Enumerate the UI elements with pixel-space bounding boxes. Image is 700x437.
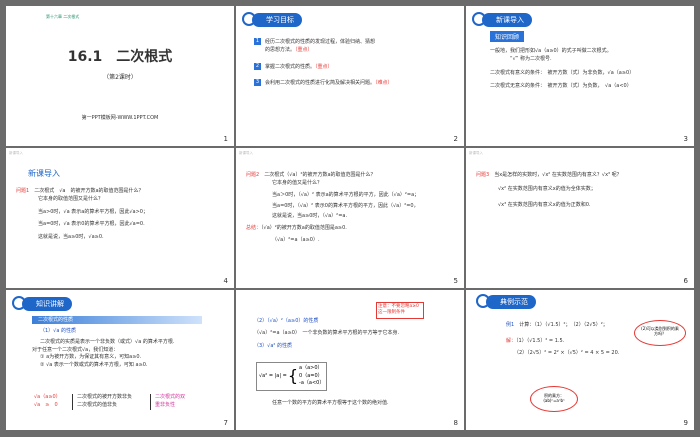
- heading-pill: 典例示范: [486, 295, 536, 309]
- property-line-2: （√a）²=a（a≥0） 一个非负数的算术平方根的平方等于它本身.: [254, 329, 400, 336]
- page-number: 8: [453, 419, 458, 427]
- hint-bubble-1: (2)可以类别到积的乘方吗？: [634, 320, 686, 346]
- goal-number: 1: [254, 38, 261, 45]
- hint-bubble-2: 积的乘方：(ab)ⁿ=aⁿbⁿ: [530, 386, 578, 412]
- review-line-2: “√” 称为二次根号.: [510, 55, 552, 62]
- page-number: 3: [683, 135, 688, 143]
- solution-label: 解：: [506, 337, 517, 344]
- review-line-1: 一般地，我们把形如√a（a≥0）的式子叫做二次根式。: [490, 48, 612, 54]
- piecewise-lhs: √a² = |a| =: [259, 373, 287, 380]
- review-line-4: 二次根式无意义的条件： 被开方数（式）为负数， √a（a<0）: [490, 83, 632, 90]
- example-text: 计算：（1）（√1.5）²； （2）（2√5）²；: [519, 322, 608, 328]
- slide-title: 16.1 二次根式: [67, 49, 173, 65]
- answer-line-3: 这就是说，当a≥0时，（√a）²=a.: [272, 213, 348, 219]
- property-title-3: （3）√a² 的性质: [254, 342, 293, 349]
- slide-heading: 新课导入: [28, 169, 60, 178]
- example-label: 例1: [506, 322, 515, 328]
- slide-thumbnail-5[interactable]: 新课导入 问题2 二次根式（√a）²的被开方数a的取值范围是什么？ 它本身的值又…: [236, 148, 464, 288]
- goal-text: 经历二次根式的性质的发现过程，体验归纳、猜想: [265, 39, 376, 45]
- explain-line-3: ① a为被开方数，为保证其有意义，可知a≥0.: [40, 354, 142, 361]
- goal-number: 2: [254, 62, 261, 70]
- piecewise-formula: √a² = |a| = { a（a>0） 0（a=0） -a（a<0）: [256, 362, 328, 391]
- goal-tag: （重点）: [315, 63, 333, 70]
- table-desc-2: 二次根式的值非负: [77, 401, 118, 408]
- question-text: 当x是怎样的实数时，√x² 在实数范围内有意义？√x³ 呢？: [494, 172, 622, 178]
- slide-thumbnail-3[interactable]: 新课导入 知识回顾 一般地，我们把形如√a（a≥0）的式子叫做二次根式。 “√”…: [466, 6, 694, 146]
- question-text-cont: 它本身的值又是什么？: [272, 179, 323, 186]
- table-formula-1: √a（a≥0）: [34, 394, 61, 400]
- page-number: 2: [453, 135, 458, 143]
- goal-text: 会利用二次根式的性质进行化简及解决相关问题。: [265, 80, 376, 87]
- goal-tag: （难点）: [375, 80, 393, 87]
- page-number: 9: [683, 419, 688, 427]
- slide-thumbnail-8[interactable]: 注意：不要忽略a≥0这一限制条件 （2）（√a）²（a≥0）的性质 （√a）²=…: [236, 290, 464, 430]
- solution-line-1: （1）（√1.5）² = 1.5.: [516, 337, 565, 344]
- slide-thumbnail-4[interactable]: 新课导入 新课导入 问题1 二次根式 √a 的被开方数a的取值范围是什么？ 它本…: [6, 148, 234, 288]
- question-label: 问题3: [476, 172, 490, 178]
- page-number: 6: [683, 277, 688, 285]
- footer-text: 第一PPT模板网-WWW.1PPT.COM: [81, 115, 159, 121]
- answer-line-1: 当a>0时，√a 表示a的算术平方根，因此√a>0；: [38, 208, 148, 215]
- summary-formula: （√a）²=a（a≥0）.: [272, 236, 320, 243]
- question-text: 二次根式 √a 的被开方数a的取值范围是什么？: [34, 188, 144, 194]
- piecewise-case-3: -a（a<0）: [299, 380, 325, 386]
- slide-thumbnail-1[interactable]: 第十六章 二次根式 16.1 二次根式 （第2课时） 第一PPT模板网-WWW.…: [6, 6, 234, 146]
- question-text: 二次根式（√a）²的被开方数a的取值范围是什么？: [264, 172, 376, 178]
- summary-label: 总结：: [246, 224, 262, 231]
- question-label: 问题2: [246, 172, 260, 178]
- page-number: 4: [223, 277, 228, 285]
- answer-line-2: 当a=0时，（√a）² 表示0的算术平方根的平方，因此（√a）²=0，: [272, 203, 419, 210]
- table-desc-1: 二次根式的被开方数非负: [77, 394, 133, 400]
- note-box: 注意：不要忽略a≥0这一限制条件: [376, 302, 424, 319]
- top-banner: 第十六章 二次根式: [46, 14, 80, 19]
- explain-line-1: 二次根式的实质是表示一个非负数（或式）√a 的算术平方根.: [40, 338, 175, 345]
- answer-line-2: 当a=0时，√a 表示0的算术平方根，因此√a=0.: [38, 221, 145, 228]
- question-text-cont: 它本身的取值范围又是什么？: [38, 195, 104, 202]
- piecewise-case-2: 0（a=0）: [299, 372, 323, 379]
- slide-thumbnail-2[interactable]: 学习目标 1 经历二次根式的性质的发现过程，体验归纳、猜想 的思想方法。（重点） …: [236, 6, 464, 146]
- slide-thumbnail-9[interactable]: 典例示范 例1 计算：（1）（√1.5）²； （2）（2√5）²； 解：（1）（…: [466, 290, 694, 430]
- table-formula-2: √a ≥ 0: [34, 401, 58, 408]
- summary-text: （√a）²的被开方数a的取值范围是a≥0.: [261, 224, 347, 231]
- property-title-2: （2）（√a）²（a≥0）的性质: [254, 318, 319, 324]
- answer-line-1: 当a＞0时，（√a）² 表示a的算术平方根的平方，因此（√a）²=a；: [272, 191, 420, 198]
- goal-item-3: 3 会利用二次根式的性质进行化简及解决相关问题。（难点）: [254, 79, 454, 88]
- section-bar: 二次根式的性质: [32, 316, 202, 324]
- question-label: 问题1: [16, 188, 30, 194]
- explain-line-4: ② √a 表示一个数或式的算术平方根，可知 a≥0.: [40, 362, 148, 368]
- answer-line-3: 这就是说，当a≥0时，√a≥0.: [38, 234, 104, 240]
- corner-tag: 新课导入: [239, 151, 253, 155]
- goal-item-2: 2 掌握二次根式的性质。（重点）: [254, 62, 454, 72]
- page-number: 1: [223, 135, 228, 143]
- corner-tag: 新课导入: [469, 151, 483, 155]
- table-summary: 二次根式的双重非负性: [150, 394, 186, 410]
- answer-line-2: √x³ 在实数范围内有意义x的值为正数和0.: [498, 201, 591, 208]
- page-number: 5: [453, 277, 458, 285]
- property-subtitle: （1）√a 的性质: [40, 328, 77, 334]
- goal-tag: （重点）: [295, 46, 313, 53]
- slide-subtitle: （第2课时）: [103, 74, 137, 81]
- goal-text-cont: 的思想方法。: [265, 46, 296, 53]
- goal-item-1: 1 经历二次根式的性质的发现过程，体验归纳、猜想 的思想方法。（重点）: [254, 38, 454, 55]
- goal-text: 掌握二次根式的性质。: [265, 63, 316, 70]
- heading-pill: 学习目标: [252, 13, 302, 27]
- slide-thumbnail-7[interactable]: 知识讲解 二次根式的性质 （1）√a 的性质 二次根式的实质是表示一个非负数（或…: [6, 290, 234, 430]
- heading-pill: 知识讲解: [22, 297, 72, 311]
- goal-number: 3: [254, 79, 261, 87]
- heading-pill: 新课导入: [482, 13, 532, 27]
- answer-line-1: √x² 在实数范围内有意义x的值为全体实数；: [498, 185, 596, 192]
- review-line-3: 二次根式有意义的条件： 被开方数（式）为非负数，√a（a≥0）: [490, 69, 635, 76]
- piecewise-case-1: a（a>0）: [299, 365, 323, 371]
- page-number: 7: [223, 419, 228, 427]
- solution-line-2: （2）（2√5）² = 2² ×（√5）² = 4 × 5 = 20.: [514, 349, 620, 356]
- property-line-3: 任意一个数的平方的算术平方根等于这个数的绝对值.: [272, 400, 389, 406]
- slide-thumbnail-6[interactable]: 新课导入 问题3 当x是怎样的实数时，√x² 在实数范围内有意义？√x³ 呢？ …: [466, 148, 694, 288]
- subheading: 知识回顾: [490, 31, 525, 42]
- corner-tag: 新课导入: [9, 151, 23, 155]
